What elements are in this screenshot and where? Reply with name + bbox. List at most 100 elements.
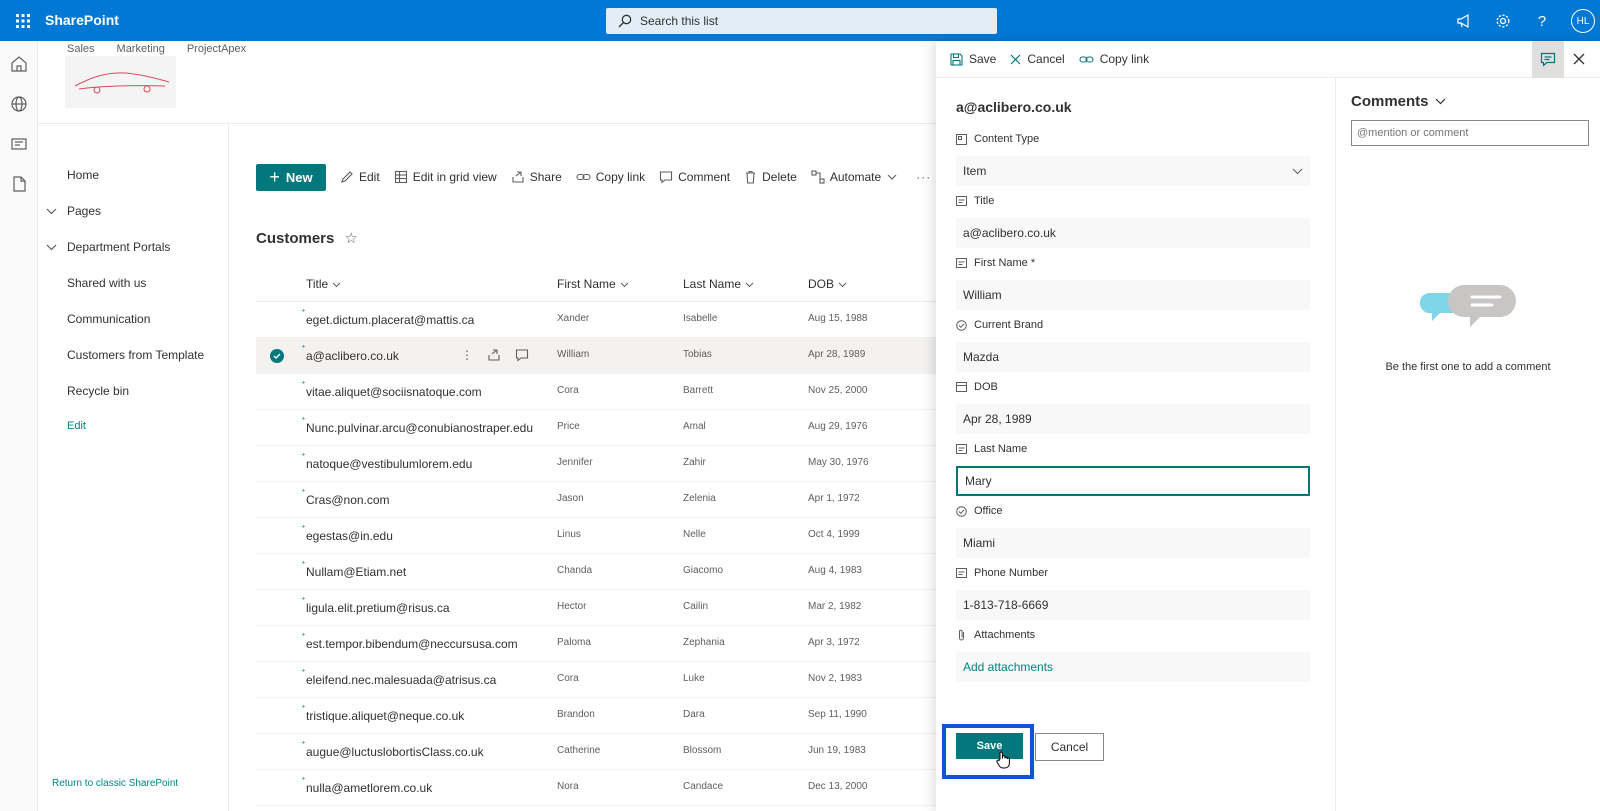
cell-last-name: Nelle (683, 529, 706, 540)
panel-cancel-button[interactable]: Cancel (1010, 52, 1065, 66)
table-row[interactable]: ⁺ natoque@vestibulumlorem.edu Jennifer Z… (256, 446, 936, 482)
table-row[interactable]: ⁺ Nullam@Etiam.net Chanda Giacomo Aug 4,… (256, 554, 936, 590)
nav-department-portals[interactable]: Department Portals (67, 240, 170, 254)
cell-title[interactable]: Nunc.pulvinar.arcu@conubianostraper.edu (306, 421, 533, 435)
comment-input[interactable] (1351, 120, 1589, 146)
table-row[interactable]: ⁺ augue@luctuslobortisClass.co.uk Cather… (256, 734, 936, 770)
command-bar: + New Edit Edit in grid view Share Copy l… (256, 163, 945, 191)
add-attachments-link[interactable]: Add attachments (956, 652, 1310, 682)
comments-toggle-icon[interactable] (1532, 41, 1564, 78)
table-row[interactable]: ⁺ vitae.aliquet@sociisnatoque.com Cora B… (256, 374, 936, 410)
close-panel-icon[interactable] (1570, 50, 1588, 68)
news-icon[interactable] (10, 135, 28, 153)
column-header-title[interactable]: Title (306, 277, 341, 291)
table-row[interactable]: ⁺ egestas@in.edu Linus Nelle Oct 4, 1999 (256, 518, 936, 554)
table-header: Title First Name Last Name DOB (256, 266, 936, 302)
cell-title[interactable]: ligula.elit.pretium@risus.ca (306, 601, 450, 615)
cell-title[interactable]: natoque@vestibulumlorem.edu (306, 457, 472, 471)
column-header-dob[interactable]: DOB (808, 277, 847, 291)
table-row[interactable]: ⁺ nulla@ametlorem.co.uk Nora Candace Dec… (256, 770, 936, 806)
cell-title[interactable]: eget.dictum.placerat@mattis.ca (306, 313, 474, 327)
chevron-down-icon[interactable] (46, 242, 57, 253)
calendar-icon (956, 382, 967, 392)
cell-first-name: Nora (557, 781, 579, 792)
panel-copy-link-button[interactable]: Copy link (1079, 52, 1149, 66)
megaphone-icon[interactable] (1453, 10, 1475, 32)
table-row[interactable]: ⁺ ligula.elit.pretium@risus.ca Hector Ca… (256, 590, 936, 626)
more-vertical-icon[interactable]: ⋮ (461, 348, 473, 362)
user-avatar[interactable]: HL (1571, 9, 1595, 33)
nav-recycle-bin[interactable]: Recycle bin (67, 384, 129, 398)
table-row[interactable]: ⁺ tristique.aliquet@neque.co.uk Brandon … (256, 698, 936, 734)
comment-icon[interactable] (515, 348, 529, 362)
search-box[interactable]: Search this list (606, 8, 997, 34)
brand-name[interactable]: SharePoint (45, 12, 119, 28)
share-command[interactable]: Share (511, 170, 562, 184)
phone-number-input[interactable]: 1-813-718-6669 (956, 590, 1310, 620)
content-type-select[interactable]: Item (956, 156, 1310, 186)
nav-edit-link[interactable]: Edit (67, 420, 86, 432)
table-row[interactable]: ⁺ Cras@non.com Jason Zelenia Apr 1, 1972 (256, 482, 936, 518)
office-select[interactable]: Miami (956, 528, 1310, 558)
cell-title[interactable]: vitae.aliquet@sociisnatoque.com (306, 385, 482, 399)
more-options-icon[interactable]: ··· (916, 170, 931, 184)
dob-input[interactable]: Apr 28, 1989 (956, 404, 1310, 434)
favorite-star-icon[interactable]: ☆ (344, 229, 357, 247)
field-office: Office Miami (956, 503, 1310, 558)
hub-nav-projectapex[interactable]: ProjectApex (187, 43, 246, 55)
document-icon[interactable] (10, 175, 28, 193)
home-icon[interactable] (10, 55, 28, 73)
app-launcher-icon[interactable] (8, 6, 38, 36)
edit-grid-command[interactable]: Edit in grid view (394, 170, 497, 184)
save-button[interactable]: Save (956, 733, 1023, 759)
chevron-down-icon[interactable] (46, 206, 57, 217)
cell-title[interactable]: Cras@non.com (306, 493, 390, 507)
comment-command[interactable]: Comment (659, 170, 730, 184)
cell-title[interactable]: Nullam@Etiam.net (306, 565, 406, 579)
table-row-selected[interactable]: ⁺ a@aclibero.co.uk ⋮ William Tobias Apr … (256, 338, 936, 374)
table-row[interactable]: ⁺ eleifend.nec.malesuada@atrisus.ca Cora… (256, 662, 936, 698)
comments-heading[interactable]: Comments (1351, 93, 1446, 110)
panel-save-button[interactable]: Save (950, 52, 996, 66)
copy-link-command[interactable]: Copy link (576, 170, 645, 184)
table-row[interactable]: ⁺ eget.dictum.placerat@mattis.ca Xander … (256, 302, 936, 338)
hub-nav-sales[interactable]: Sales (67, 43, 95, 55)
cell-last-name: Candace (683, 781, 724, 792)
column-header-last-name[interactable]: Last Name (683, 277, 754, 291)
current-brand-select[interactable]: Mazda (956, 342, 1310, 372)
help-icon[interactable]: ? (1531, 10, 1553, 32)
title-input[interactable]: a@aclibero.co.uk (956, 218, 1310, 248)
cell-title[interactable]: augue@luctuslobortisClass.co.uk (306, 745, 484, 759)
table-row[interactable]: ⁺ est.tempor.bibendum@neccursusa.com Pal… (256, 626, 936, 662)
site-logo[interactable] (65, 56, 176, 108)
table-row[interactable]: ⁺ Nunc.pulvinar.arcu@conubianostraper.ed… (256, 410, 936, 446)
checkmark-icon[interactable] (270, 349, 284, 363)
automate-command[interactable]: Automate (811, 170, 902, 184)
nav-communication[interactable]: Communication (67, 312, 150, 326)
cell-title[interactable]: nulla@ametlorem.co.uk (306, 781, 432, 795)
hub-nav-marketing[interactable]: Marketing (117, 43, 165, 55)
cancel-button[interactable]: Cancel (1035, 733, 1104, 761)
column-header-first-name[interactable]: First Name (557, 277, 629, 291)
edit-command[interactable]: Edit (340, 170, 380, 184)
share-icon[interactable] (487, 348, 501, 362)
settings-gear-icon[interactable] (1492, 10, 1514, 32)
globe-icon[interactable] (10, 95, 28, 113)
nav-shared-with-us[interactable]: Shared with us (67, 276, 146, 290)
nav-customers-from-template[interactable]: Customers from Template (67, 348, 204, 362)
cell-title[interactable]: tristique.aliquet@neque.co.uk (306, 709, 464, 723)
delete-command[interactable]: Delete (744, 170, 797, 184)
last-name-input[interactable]: Mary (956, 466, 1310, 496)
row-actions: ⋮ (461, 348, 529, 362)
nav-home[interactable]: Home (67, 168, 99, 182)
cell-title[interactable]: a@aclibero.co.uk (306, 349, 399, 363)
cell-title[interactable]: est.tempor.bibendum@neccursusa.com (306, 637, 518, 651)
nav-pages[interactable]: Pages (67, 204, 101, 218)
new-button[interactable]: + New (256, 163, 326, 191)
cell-title[interactable]: egestas@in.edu (306, 529, 393, 543)
return-classic-link[interactable]: Return to classic SharePoint (52, 778, 178, 789)
cell-last-name: Zahir (683, 457, 706, 468)
cell-title[interactable]: eleifend.nec.malesuada@atrisus.ca (306, 673, 496, 687)
cell-dob: Nov 2, 1983 (808, 673, 862, 684)
first-name-input[interactable]: William (956, 280, 1310, 310)
